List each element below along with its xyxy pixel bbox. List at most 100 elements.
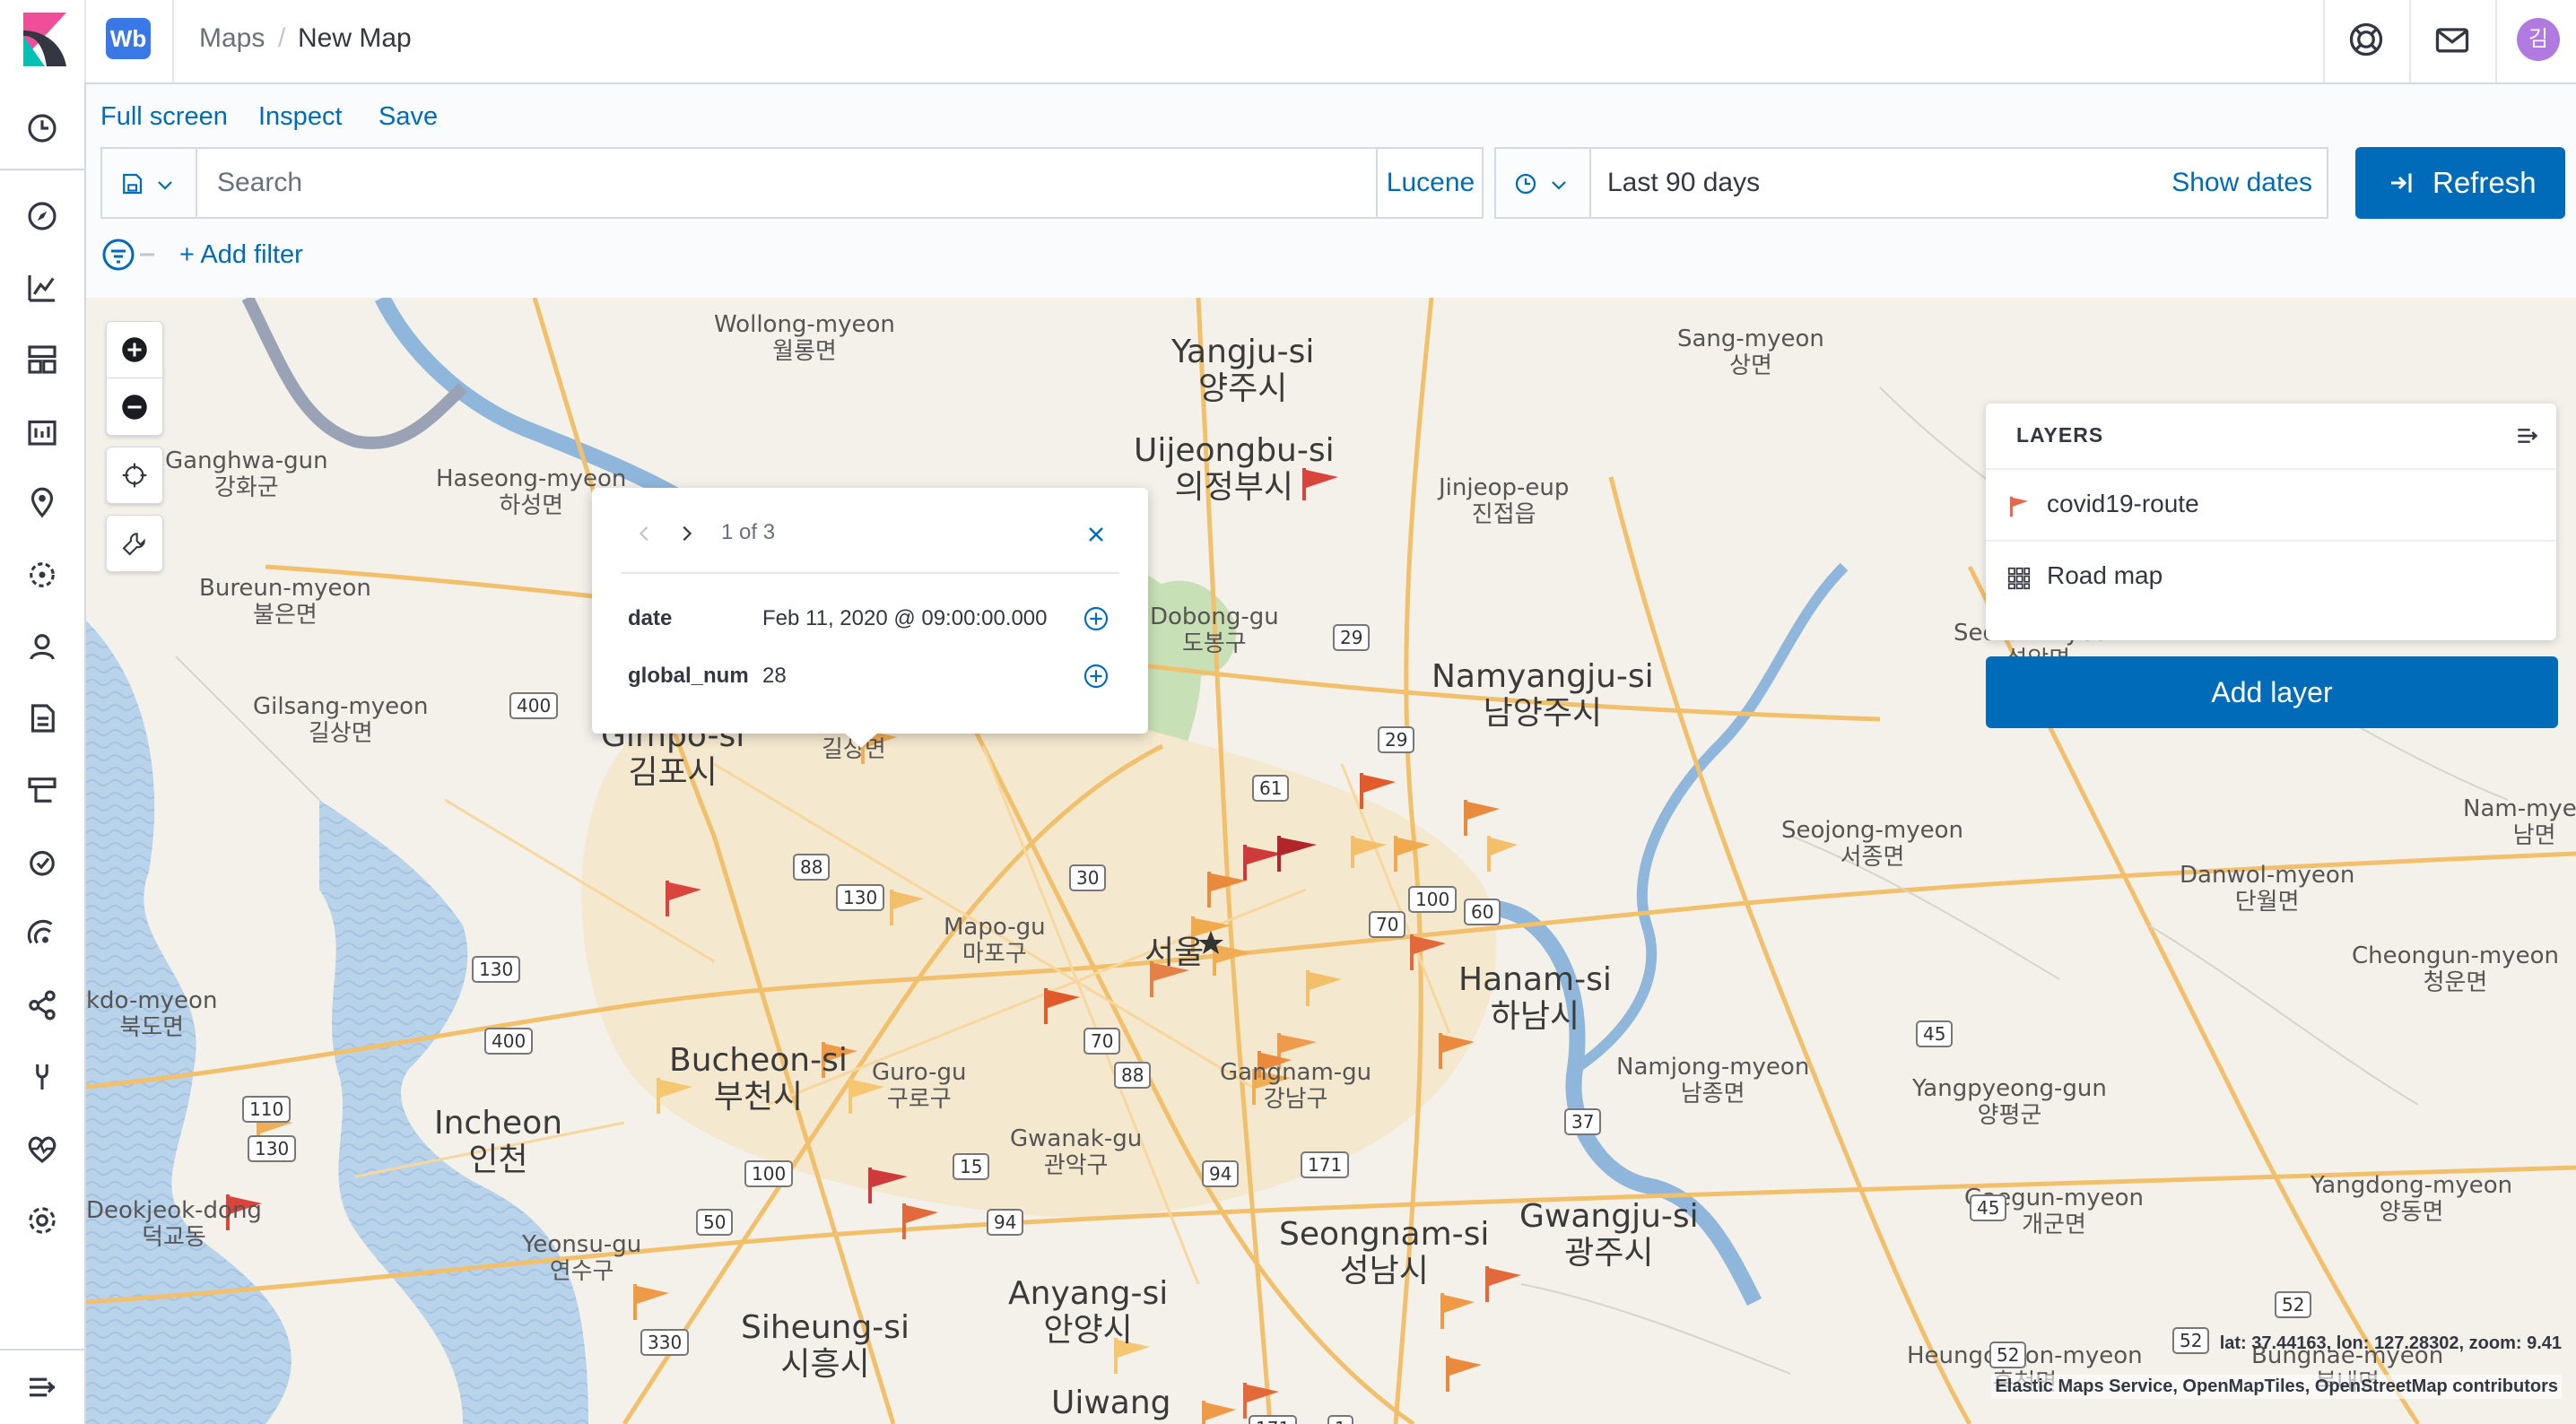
map-canvas[interactable]: Wollong-myeon 월롱면 Yangju-si 양주시 Sang-myeon…: [86, 298, 2576, 1424]
place-label: Mapo-gu 마포구: [944, 914, 1046, 968]
side-nav: [0, 82, 86, 1424]
place-label: Bureun-myeon 불은면: [199, 575, 371, 629]
draw-tools-button[interactable]: [106, 515, 163, 572]
apm-icon[interactable]: [23, 771, 61, 809]
breadcrumb-maps[interactable]: Maps: [199, 23, 265, 54]
save-link[interactable]: Save: [379, 102, 438, 132]
tooltip-key: date: [628, 606, 673, 630]
road-shield: 171: [1301, 1151, 1350, 1178]
road-shield: 29: [1333, 624, 1371, 651]
road-shield: 70: [1369, 911, 1406, 938]
road-shield: 400: [509, 692, 559, 719]
road-shield: 45: [1916, 1020, 1954, 1047]
wrench-icon: [122, 533, 145, 556]
place-label: 서울: [1144, 934, 1205, 971]
discover-icon[interactable]: [23, 197, 61, 235]
fit-to-data-button[interactable]: [106, 447, 163, 504]
refresh-label: Refresh: [2432, 166, 2537, 199]
place-label: Bucheon-si 부천시: [669, 1042, 848, 1116]
logs-icon[interactable]: [23, 699, 61, 737]
map-attribution[interactable]: Elastic Maps Service, OpenMapTiles, Open…: [1991, 1375, 2562, 1399]
next-icon[interactable]: [676, 524, 696, 543]
date-picker: Last 90 days Show dates: [1494, 147, 2328, 219]
road-shield: 70: [1083, 1028, 1121, 1055]
help-icon[interactable]: [2346, 20, 2386, 59]
header-divider: [2409, 0, 2411, 82]
add-filter-button[interactable]: + Add filter: [179, 240, 303, 270]
nav-divider: [0, 169, 84, 170]
chevron-down-icon: [1552, 181, 1566, 190]
infrastructure-icon[interactable]: [23, 628, 61, 665]
layer-item-road-map[interactable]: Road map: [1986, 540, 2556, 613]
visualize-icon[interactable]: [23, 269, 61, 307]
crosshair-icon: [122, 463, 147, 488]
user-avatar[interactable]: 김: [2517, 18, 2560, 61]
siem-icon[interactable]: [23, 915, 61, 952]
layer-name: Road map: [2047, 561, 2163, 589]
ml-icon[interactable]: [23, 556, 61, 594]
previous-icon[interactable]: [635, 524, 655, 543]
menu-collapse-icon[interactable]: [23, 1368, 61, 1406]
breadcrumb-separator: /: [278, 23, 286, 53]
road-shield: 45: [1970, 1194, 2007, 1221]
full-screen-link[interactable]: Full screen: [100, 102, 228, 132]
canvas-icon[interactable]: [23, 412, 61, 450]
date-range-label[interactable]: Last 90 days: [1607, 149, 1760, 217]
header-divider: [172, 0, 174, 82]
feature-tooltip: 1 of 3 date Feb 11, 2020 @ 09:00:00.000 …: [592, 488, 1148, 748]
zoom-out-icon[interactable]: [121, 394, 148, 421]
header-divider: [2323, 0, 2325, 82]
dev-tools-icon[interactable]: [23, 1058, 61, 1096]
place-label: Dobong-gu 도봉구: [1150, 603, 1279, 657]
saved-query-button[interactable]: [102, 149, 197, 217]
tooltip-arrow: [843, 732, 879, 748]
inspect-link[interactable]: Inspect: [258, 102, 343, 132]
place-label: Hanam-si 하남시: [1458, 961, 1612, 1036]
graph-icon[interactable]: [23, 986, 61, 1024]
add-layer-button[interactable]: Add layer: [1986, 656, 2558, 728]
road-shield: 130: [472, 956, 521, 983]
recently-viewed-icon[interactable]: [23, 109, 61, 147]
search-input[interactable]: [197, 149, 1374, 217]
road-shield: 100: [1408, 886, 1458, 913]
tooltip-pager: 1 of 3: [721, 520, 776, 544]
add-filter-icon[interactable]: [1082, 604, 1110, 633]
show-dates-link[interactable]: Show dates: [2171, 149, 2312, 217]
collapse-panel-icon[interactable]: [2513, 421, 2542, 450]
road-shield: 130: [836, 884, 885, 911]
add-filter-icon[interactable]: [1082, 662, 1110, 690]
road-shield: 171: [1249, 1415, 1298, 1424]
breadcrumb-new-map: New Map: [298, 23, 412, 53]
quick-menu-button[interactable]: [1496, 149, 1591, 217]
uptime-icon[interactable]: [23, 843, 61, 881]
dashboard-icon[interactable]: [23, 341, 61, 378]
mouse-coordinates: lat: 37.44163, lon: 127.28302, zoom: 9.4…: [2219, 1333, 2562, 1353]
kibana-logo-icon[interactable]: [20, 13, 70, 66]
maps-icon[interactable]: [23, 484, 61, 522]
close-icon[interactable]: [1085, 524, 1107, 545]
layer-item-covid19-route[interactable]: covid19-route: [1986, 468, 2556, 542]
workspace-badge[interactable]: Wb: [106, 18, 151, 59]
refresh-icon: [2391, 173, 2412, 193]
query-language-button[interactable]: Lucene: [1376, 149, 1484, 217]
place-label: Yeonsu-gu 연수구: [522, 1231, 642, 1285]
road-shield: 50: [696, 1209, 734, 1236]
road-shield: 52: [1989, 1342, 2027, 1368]
place-label: Wollong-myeon 월롱면: [714, 311, 895, 365]
tooltip-value: 28: [762, 664, 787, 688]
road-shield: 15: [953, 1153, 990, 1180]
place-label: Sang-myeon 상면: [1677, 326, 1824, 379]
road-shield: 1: [1327, 1415, 1353, 1424]
management-icon[interactable]: [23, 1202, 61, 1239]
chevron-down-icon: [158, 181, 172, 190]
nav-divider: [0, 1349, 84, 1350]
newsfeed-icon[interactable]: [2432, 20, 2472, 59]
query-bar: Lucene: [100, 147, 1484, 219]
save-icon: [123, 173, 143, 195]
zoom-in-icon[interactable]: [121, 336, 148, 363]
monitoring-icon[interactable]: [23, 1130, 61, 1168]
place-label: Gangnam-gu 강남구: [1220, 1059, 1372, 1113]
place-label: Incheon 인천: [434, 1105, 563, 1179]
refresh-button[interactable]: Refresh: [2355, 147, 2565, 219]
filter-options-icon[interactable]: [100, 237, 165, 273]
